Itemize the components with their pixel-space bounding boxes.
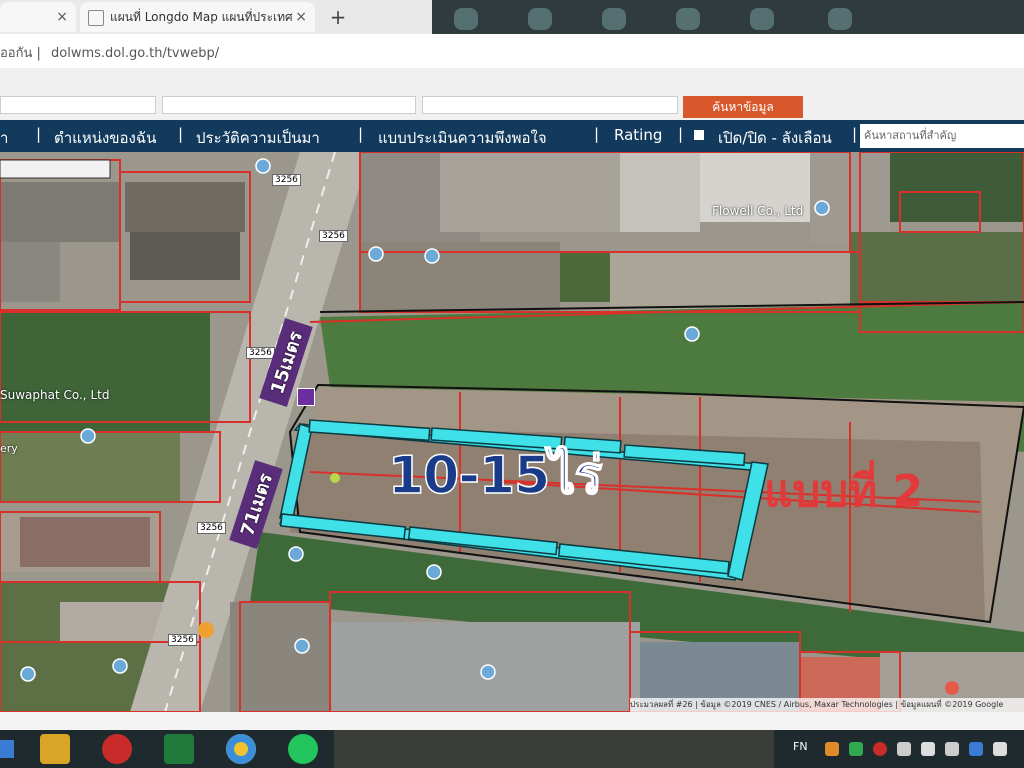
place-label-flowell: Flowell Co., Ltd bbox=[712, 204, 804, 218]
search-field-1[interactable] bbox=[0, 96, 156, 114]
tray-icon[interactable] bbox=[825, 742, 839, 756]
close-tab-icon[interactable]: × bbox=[56, 2, 68, 32]
close-tab-icon[interactable]: × bbox=[295, 2, 307, 32]
road-number-label: 3256 bbox=[168, 634, 197, 646]
tray-icon[interactable] bbox=[849, 742, 863, 756]
search-field-3[interactable] bbox=[422, 96, 678, 114]
nav-item-home[interactable]: า bbox=[0, 126, 8, 150]
tray-icon[interactable] bbox=[873, 742, 887, 756]
tab-title: แผนที่ Longdo Map แผนที่ประเทศ bbox=[110, 10, 293, 24]
volume-icon[interactable] bbox=[945, 742, 959, 756]
area-label: 10-15ไร่ bbox=[387, 446, 603, 506]
network-icon[interactable] bbox=[921, 742, 935, 756]
road-number-label: 3256 bbox=[319, 230, 348, 242]
search-row: ค้นหาข้อมูล bbox=[0, 68, 1024, 120]
browser-tab-2[interactable]: แผนที่ Longdo Map แผนที่ประเทศ × bbox=[80, 2, 315, 32]
chrome-icon[interactable] bbox=[226, 734, 256, 764]
page-icon bbox=[88, 10, 104, 26]
nav-item-history[interactable]: ประวัติความเป็นมา bbox=[196, 126, 320, 150]
taskbar-empty-area bbox=[334, 730, 774, 768]
search-button[interactable]: ค้นหาข้อมูล bbox=[683, 96, 803, 118]
line-app-icon[interactable] bbox=[288, 734, 318, 764]
window-bottom-border bbox=[0, 712, 1024, 730]
os-taskbar: FN bbox=[0, 730, 1024, 768]
address-bar[interactable]: ออกัน | dolwms.dol.go.th/tvwebp/ bbox=[0, 34, 1024, 69]
background-photo-strip bbox=[432, 0, 1024, 34]
notification-icon[interactable] bbox=[993, 742, 1007, 756]
tray-icon[interactable] bbox=[897, 742, 911, 756]
tray-icon[interactable] bbox=[969, 742, 983, 756]
place-search-input[interactable]: ค้นหาสถานที่สำคัญ bbox=[860, 124, 1024, 148]
start-icon[interactable] bbox=[0, 740, 14, 758]
model-label: แบบที่ 2 bbox=[764, 466, 924, 517]
browser-tab-bar: × แผนที่ Longdo Map แผนที่ประเทศ × + bbox=[0, 0, 1024, 34]
search-field-2[interactable] bbox=[162, 96, 416, 114]
nav-item-rating[interactable]: Rating bbox=[614, 126, 662, 144]
nav-item-survey[interactable]: แบบประเมินความพึงพอใจ bbox=[378, 126, 547, 150]
road-number-label: 3256 bbox=[272, 174, 301, 186]
language-indicator[interactable]: FN bbox=[793, 740, 808, 753]
excel-icon[interactable] bbox=[164, 734, 194, 764]
nav-item-my-location[interactable]: ตำแหน่งของฉัน bbox=[54, 126, 156, 150]
satellite-map[interactable]: 3256 3256 3256 3256 3256 Flowell Co., Lt… bbox=[0, 152, 1024, 712]
new-tab-button[interactable]: + bbox=[325, 4, 351, 30]
opera-icon[interactable] bbox=[102, 734, 132, 764]
road-number-label: 3256 bbox=[197, 522, 226, 534]
browser-tab-1[interactable]: × bbox=[0, 2, 76, 32]
road-number-label: 3256 bbox=[246, 347, 275, 359]
nav-bar: า | ตำแหน่งของฉัน | ประวัติความเป็นมา | … bbox=[0, 120, 1024, 152]
media-player-icon[interactable] bbox=[40, 734, 70, 764]
nav-item-toggle-layer[interactable]: เปิด/ปิด - ลังเลือน bbox=[718, 126, 832, 150]
map-attribution: ประมวลผลที่ #26 | ข้อมูล ©2019 CNES / Ai… bbox=[630, 698, 1024, 712]
place-label-gallery: ery bbox=[0, 442, 18, 455]
url-field[interactable]: ออกัน | dolwms.dol.go.th/tvwebp/ bbox=[0, 42, 219, 63]
toggle-checkbox-icon[interactable] bbox=[694, 130, 704, 140]
map-canvas bbox=[0, 152, 1024, 712]
place-label-suwaphat: Suwaphat Co., Ltd bbox=[0, 388, 110, 402]
marker-icon bbox=[297, 388, 315, 406]
